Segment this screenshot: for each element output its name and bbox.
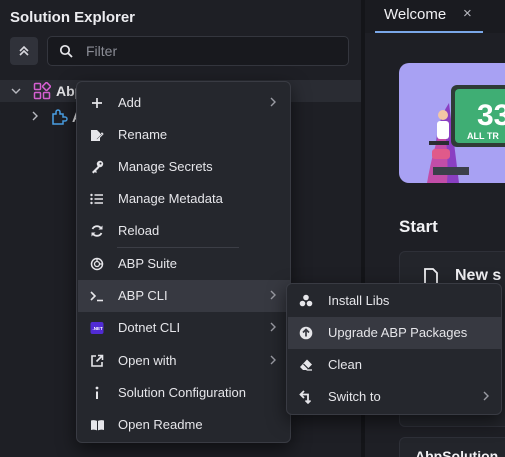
menu-item-label: Reload	[118, 223, 160, 238]
filter-box[interactable]	[47, 36, 349, 66]
list-icon	[89, 191, 105, 207]
explorer-title: Solution Explorer	[10, 9, 136, 26]
menu-item-dotnet-cli[interactable]: .NET Dotnet CLI	[78, 312, 290, 344]
chevron-right-icon	[483, 391, 489, 401]
menu-item-solution-configuration[interactable]: Solution Configuration	[78, 377, 290, 409]
search-icon	[59, 44, 73, 58]
reload-icon	[89, 223, 105, 239]
abp-suite-icon	[89, 256, 105, 272]
open-external-icon	[89, 353, 105, 369]
menu-item-reload[interactable]: Reload	[78, 215, 290, 247]
rename-icon	[89, 127, 105, 143]
submenu-item-label: Upgrade ABP Packages	[328, 325, 468, 340]
menu-item-add[interactable]: Add	[78, 87, 290, 119]
eraser-icon	[298, 357, 314, 373]
menu-item-abp-suite[interactable]: ABP Suite	[78, 248, 290, 280]
collapse-all-button[interactable]	[10, 37, 38, 65]
key-icon	[89, 159, 105, 175]
info-icon	[89, 385, 105, 401]
chevron-right-icon	[270, 355, 276, 365]
dotnet-icon: .NET	[89, 320, 105, 336]
submenu-item-upgrade-abp-packages[interactable]: Upgrade ABP Packages	[288, 317, 501, 349]
tab-welcome[interactable]: Welcome ×	[375, 0, 483, 33]
submenu-item-label: Clean	[328, 357, 362, 372]
menu-item-label: Open Readme	[118, 417, 203, 432]
menu-item-manage-metadata[interactable]: Manage Metadata	[78, 183, 290, 215]
submenu-item-label: Switch to	[328, 389, 381, 404]
switch-icon	[298, 389, 314, 405]
context-menu: Add Rename Manage Secrets Manage Metadat…	[76, 81, 291, 443]
tab-label: Welcome	[384, 6, 447, 23]
menu-item-abp-cli[interactable]: ABP CLI	[78, 280, 290, 312]
submenu-item-label: Install Libs	[328, 293, 390, 308]
menu-item-label: Open with	[118, 353, 177, 368]
menu-item-label: ABP CLI	[118, 288, 168, 303]
module-puzzle-icon	[52, 109, 68, 125]
filter-input[interactable]	[86, 42, 336, 60]
menu-item-label: Solution Configuration	[118, 385, 246, 400]
terminal-icon	[89, 288, 105, 304]
menu-item-label: Manage Secrets	[118, 159, 213, 174]
submenu-item-switch-to[interactable]: Switch to	[288, 381, 501, 413]
chevron-down-icon[interactable]	[10, 85, 22, 97]
book-icon	[89, 417, 105, 433]
collapse-all-icon	[19, 45, 29, 56]
menu-item-rename[interactable]: Rename	[78, 119, 290, 151]
menu-item-label: Rename	[118, 127, 168, 142]
submenu-item-install-libs[interactable]: Install Libs	[288, 285, 501, 317]
abp-cli-submenu: Install Libs Upgrade ABP Packages Clean …	[286, 283, 502, 415]
svg-text:.NET: .NET	[93, 326, 104, 331]
menu-item-open-readme[interactable]: Open Readme	[78, 409, 290, 441]
chevron-right-icon	[270, 97, 276, 107]
menu-item-label: ABP Suite	[118, 256, 178, 271]
close-icon[interactable]: ×	[463, 5, 472, 22]
recent-solution-label: AbpSolution	[415, 448, 499, 457]
chevron-right-icon[interactable]	[29, 110, 41, 122]
chevron-right-icon	[270, 322, 276, 332]
banner-illustration: 33 ALL TR	[427, 85, 505, 183]
menu-item-label: Dotnet CLI	[118, 320, 181, 335]
menu-item-label: Manage Metadata	[118, 191, 223, 206]
start-heading: Start	[399, 217, 438, 236]
project-grid-icon	[33, 82, 51, 100]
banner-caption: ALL TR	[467, 131, 499, 141]
welcome-banner: 33 ALL TR	[399, 63, 505, 183]
upgrade-icon	[298, 325, 314, 341]
menu-item-manage-secrets[interactable]: Manage Secrets	[78, 151, 290, 183]
menu-item-open-with[interactable]: Open with	[78, 345, 290, 377]
chevron-right-icon	[270, 290, 276, 300]
submenu-item-clean[interactable]: Clean	[288, 349, 501, 381]
banner-number: 33	[477, 99, 505, 132]
menu-item-label: Add	[118, 95, 142, 110]
install-libs-icon	[298, 293, 314, 309]
plus-icon	[89, 95, 105, 111]
